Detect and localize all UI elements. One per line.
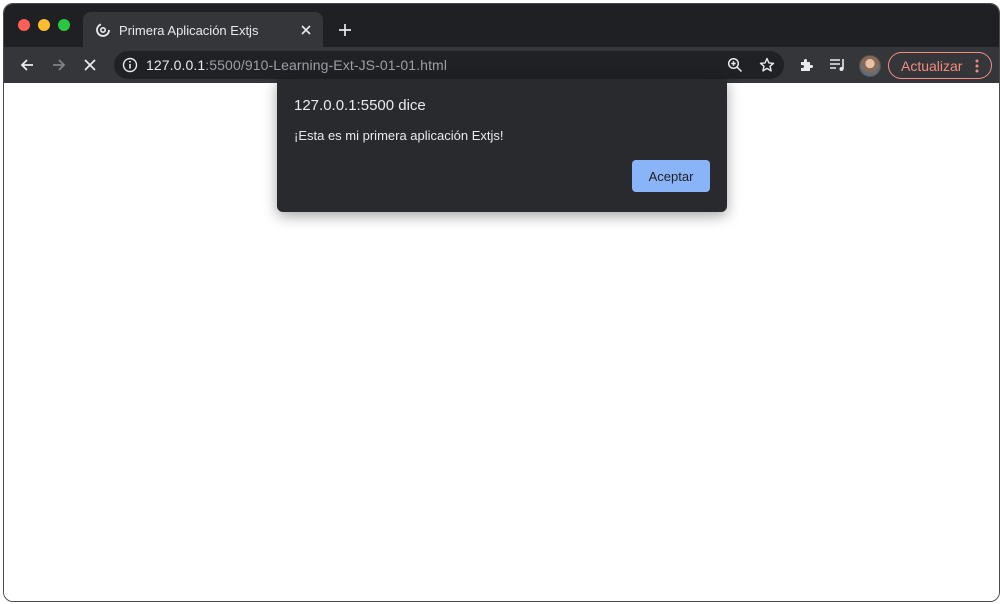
address-bar[interactable]: 127.0.0.1:5500/910-Learning-Ext-JS-01-01… xyxy=(114,51,784,79)
arrow-right-icon xyxy=(53,59,66,71)
browser-window: Primera Aplicación Extjs 127.0.0.1:5500/… xyxy=(3,3,1000,602)
plus-icon xyxy=(339,24,351,36)
tab-title: Primera Aplicación Extjs xyxy=(119,23,259,38)
more-vertical-icon xyxy=(971,58,983,74)
arrow-left-icon xyxy=(20,59,33,71)
stop-loading-button[interactable] xyxy=(78,53,102,77)
close-window-button[interactable] xyxy=(18,19,30,31)
tab-strip: Primera Aplicación Extjs xyxy=(4,4,999,48)
update-button-label: Actualizar xyxy=(901,58,963,74)
browser-toolbar: 127.0.0.1:5500/910-Learning-Ext-JS-01-01… xyxy=(4,47,999,83)
new-tab-button[interactable] xyxy=(334,19,356,41)
site-info-icon[interactable] xyxy=(122,57,138,73)
close-tab-icon[interactable] xyxy=(297,21,315,39)
minimize-window-button[interactable] xyxy=(38,19,50,31)
zoom-icon[interactable] xyxy=(726,56,744,74)
media-queue-icon[interactable] xyxy=(826,53,850,77)
back-button[interactable] xyxy=(15,53,39,77)
profile-avatar[interactable] xyxy=(859,55,881,77)
forward-button[interactable] xyxy=(47,53,71,77)
alert-dialog: 127.0.0.1:5500 dice ¡Esta es mi primera … xyxy=(277,79,727,212)
page-content: 127.0.0.1:5500 dice ¡Esta es mi primera … xyxy=(4,79,999,601)
accept-button[interactable]: Aceptar xyxy=(632,160,710,192)
loading-spinner-icon xyxy=(95,22,111,38)
url-text[interactable]: 127.0.0.1:5500/910-Learning-Ext-JS-01-01… xyxy=(146,57,447,73)
dialog-title: 127.0.0.1:5500 dice xyxy=(294,97,426,114)
extensions-puzzle-icon[interactable] xyxy=(794,53,818,77)
tab-primera-aplicacion[interactable]: Primera Aplicación Extjs xyxy=(83,12,323,48)
maximize-window-button[interactable] xyxy=(58,19,70,31)
url-path: :5500/910-Learning-Ext-JS-01-01.html xyxy=(205,57,448,73)
update-button[interactable]: Actualizar xyxy=(888,52,992,79)
bookmark-star-icon[interactable] xyxy=(758,56,776,74)
dialog-message: ¡Esta es mi primera aplicación Extjs! xyxy=(294,128,504,143)
url-host: 127.0.0.1 xyxy=(146,57,206,73)
close-icon xyxy=(84,59,96,71)
